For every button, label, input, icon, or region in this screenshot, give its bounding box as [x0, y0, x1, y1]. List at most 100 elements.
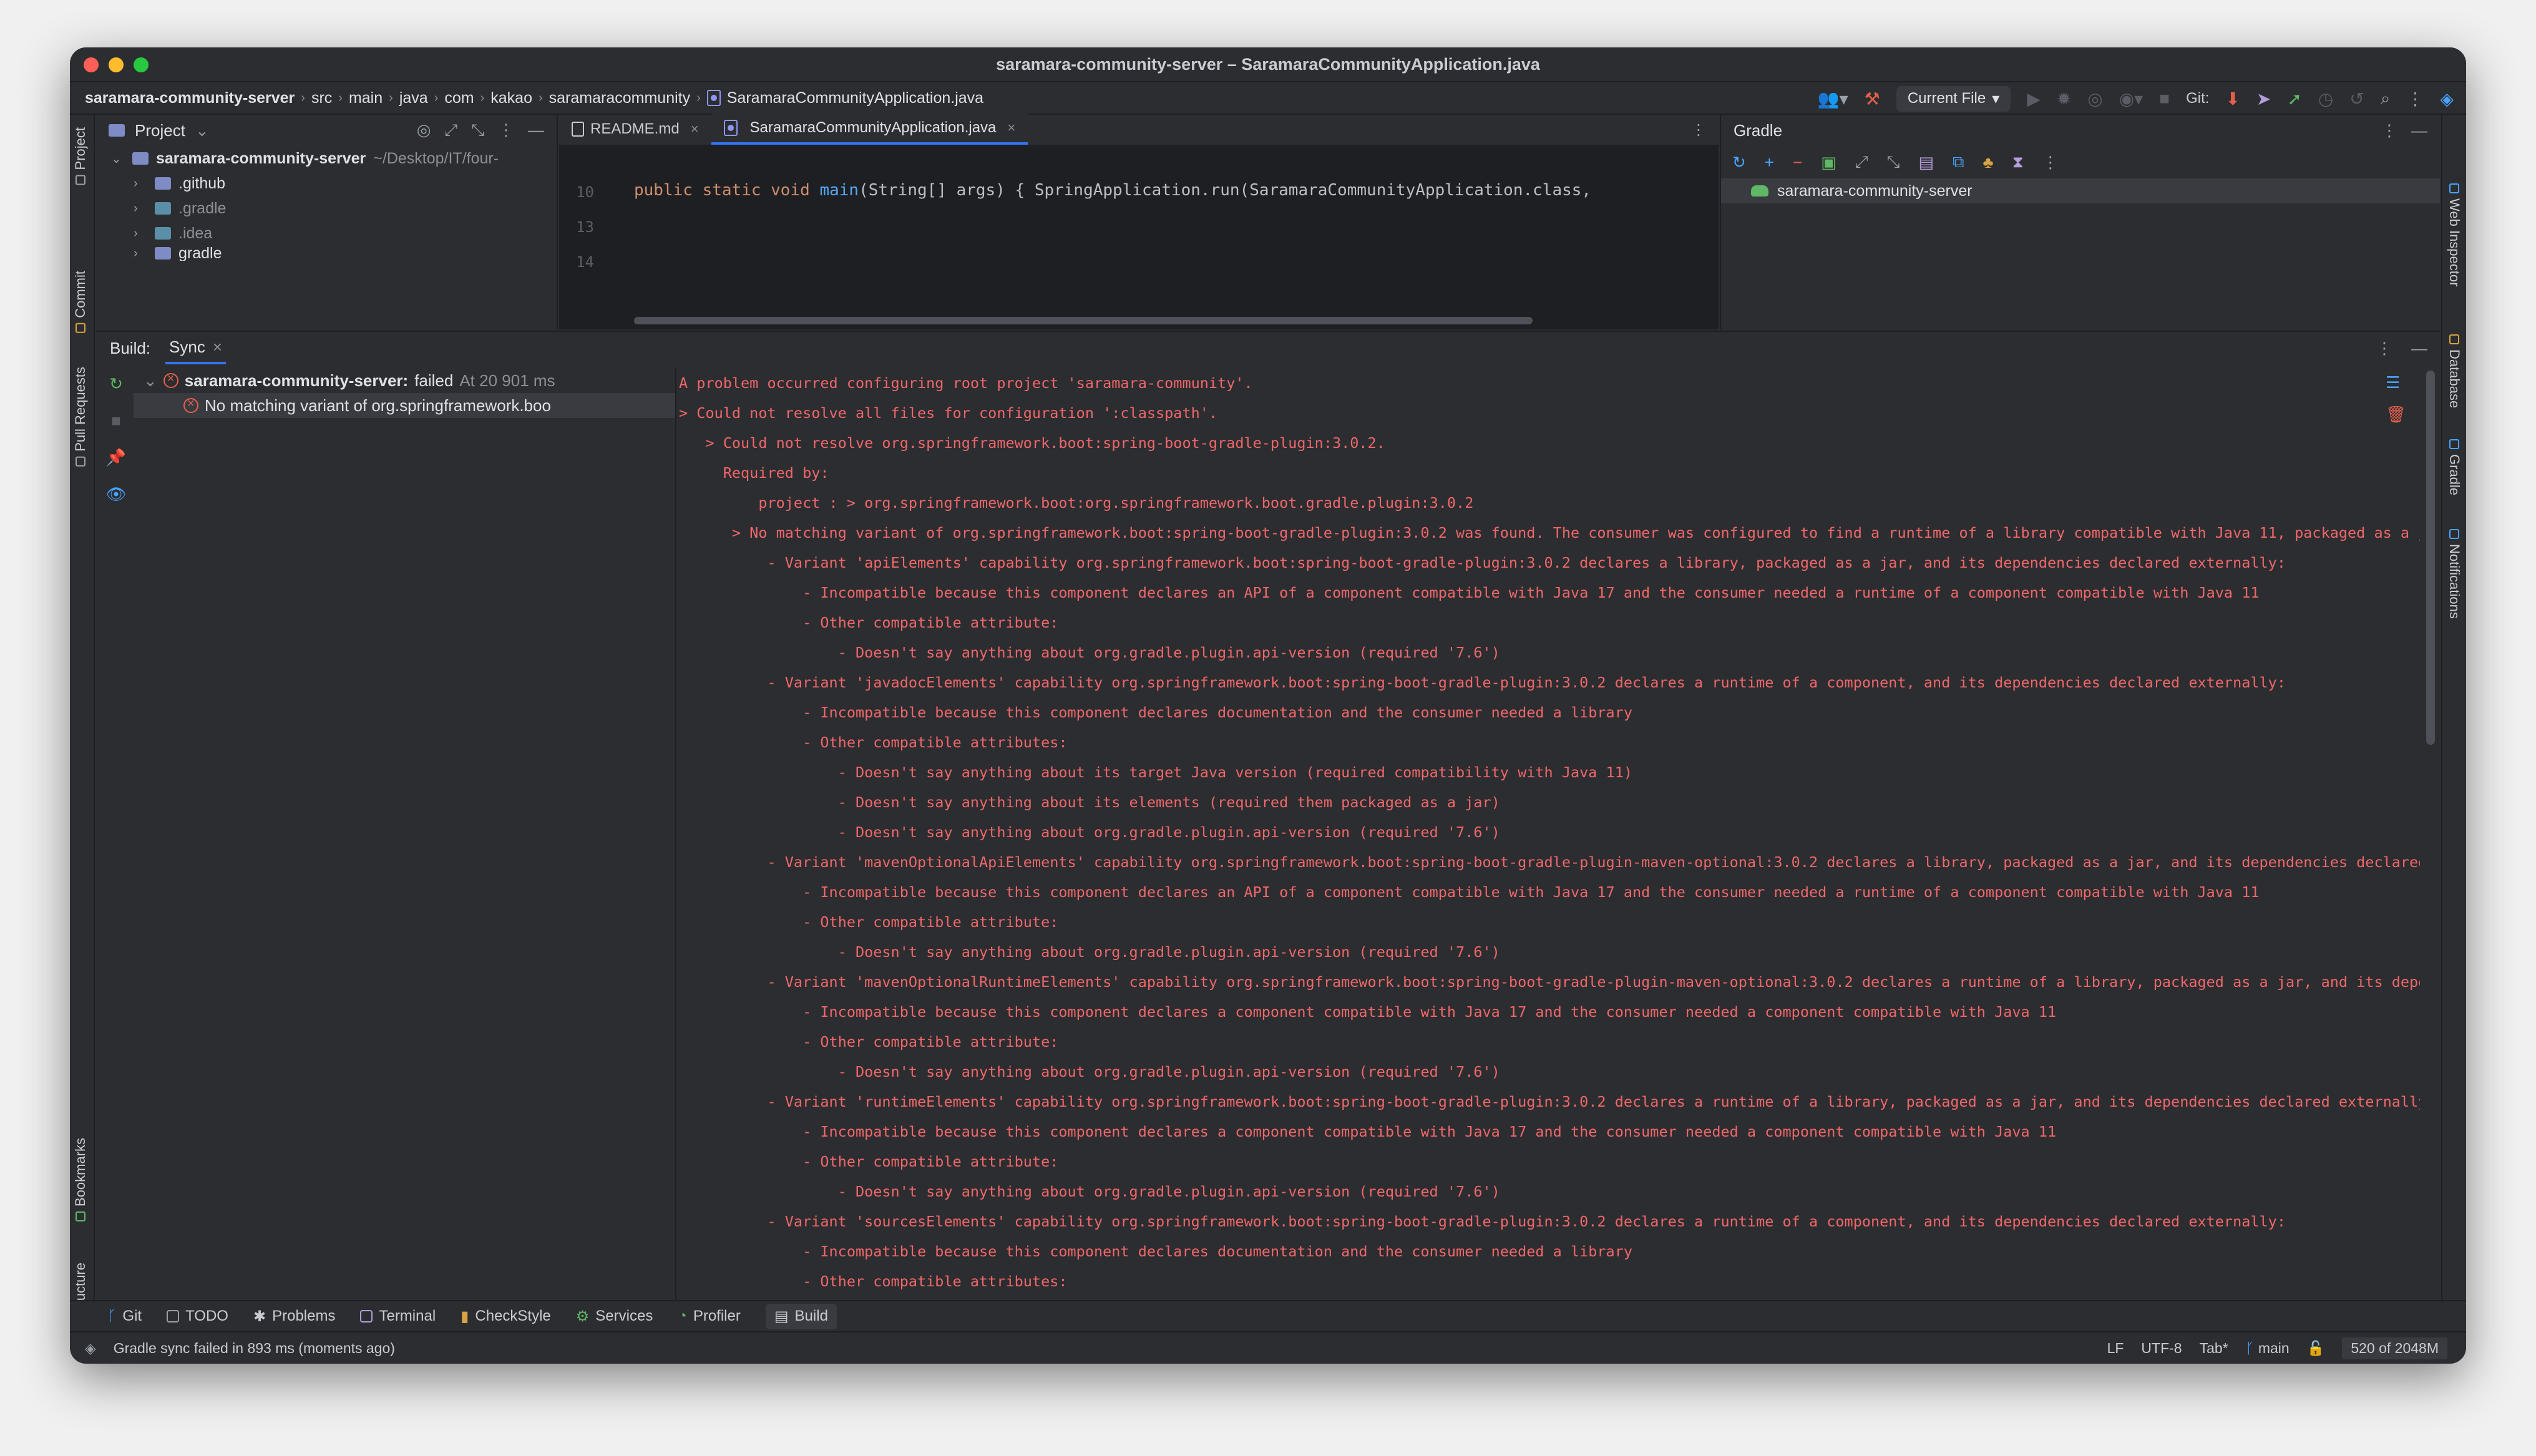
status-message[interactable]: Gradle sync failed in 893 ms (moments ag…: [114, 1340, 395, 1357]
pin-icon[interactable]: 📌: [106, 448, 126, 467]
project-tool-tab[interactable]: Project: [72, 127, 89, 185]
clear-output-icon[interactable]: 🗑: [2386, 405, 2406, 424]
terminal-tool-button[interactable]: Terminal: [360, 1308, 436, 1325]
folder-icon[interactable]: ▤: [1918, 153, 1934, 172]
chevron-down-icon[interactable]: ⌄: [195, 121, 209, 140]
line-separator-widget[interactable]: LF: [2107, 1340, 2124, 1357]
sync-icon[interactable]: ↻: [109, 374, 123, 394]
collapse-all-icon[interactable]: ⤡: [1887, 152, 1900, 172]
collapse-all-icon[interactable]: ⤡: [471, 120, 484, 140]
tab-readme[interactable]: README.md ×: [559, 114, 711, 145]
chevron-down-icon[interactable]: ⌄: [144, 371, 157, 391]
stop-icon[interactable]: ■: [111, 411, 121, 430]
more-options-icon[interactable]: ⋮: [2406, 89, 2424, 109]
close-tab-icon[interactable]: ×: [691, 121, 699, 137]
breadcrumb-kakao[interactable]: kakao: [490, 89, 532, 107]
pull-requests-tool-tab[interactable]: Pull Requests: [72, 367, 89, 467]
git-push-icon[interactable]: ➚: [2287, 89, 2301, 109]
project-view-selector[interactable]: Project: [135, 121, 185, 140]
bookmarks-tool-tab[interactable]: Bookmarks: [72, 1138, 89, 1222]
debug-icon[interactable]: ✹: [2057, 89, 2071, 109]
expand-all-icon[interactable]: ⤢: [1855, 152, 1868, 172]
breadcrumb-java[interactable]: java: [399, 89, 428, 107]
profiler-tool-button[interactable]: ◔ Profiler: [678, 1308, 741, 1325]
build-tool-button[interactable]: ▤ Build: [765, 1303, 837, 1329]
remove-icon[interactable]: −: [1793, 153, 1802, 172]
breadcrumb-main[interactable]: main: [349, 89, 383, 107]
commit-tool-tab[interactable]: Commit: [72, 271, 89, 333]
hide-panel-icon[interactable]: —: [2411, 339, 2427, 358]
code-editor[interactable]: 10 13 14 public static void main(String[…: [559, 146, 1719, 329]
console-vertical-scrollbar[interactable]: [2426, 371, 2435, 745]
chevron-right-icon[interactable]: ›: [134, 246, 147, 261]
lock-icon[interactable]: 🔓: [2307, 1340, 2325, 1357]
build-console-output[interactable]: A problem occurred configuring root proj…: [679, 368, 2420, 1316]
chevron-down-icon[interactable]: ⌄: [111, 151, 125, 167]
git-update-icon[interactable]: ⬇: [2225, 89, 2240, 109]
editor-tabs-options-icon[interactable]: ⋮: [1691, 121, 1706, 139]
git-branch-widget[interactable]: ᚴ main: [2246, 1340, 2290, 1357]
breadcrumb-project[interactable]: saramara-community-server: [85, 89, 295, 107]
breadcrumb-file[interactable]: SaramaraCommunityApplication.java: [727, 89, 983, 107]
services-tool-button[interactable]: ⚙ Services: [576, 1308, 653, 1326]
options-icon[interactable]: ⋮: [498, 120, 514, 140]
editor-horizontal-scrollbar[interactable]: [634, 317, 1533, 324]
tree-root[interactable]: ⌄ saramara-community-server ~/Desktop/IT…: [111, 146, 557, 171]
options-icon[interactable]: ⋮: [2381, 121, 2397, 140]
git-history-icon[interactable]: ◷: [2318, 89, 2333, 109]
eye-icon[interactable]: 👁: [105, 485, 126, 504]
gradle-project-node[interactable]: saramara-community-server: [1721, 178, 2440, 203]
coverage-icon[interactable]: ◎: [2087, 89, 2102, 109]
offline-mode-icon[interactable]: ⧗: [2012, 152, 2024, 172]
options-icon[interactable]: ⋮: [2376, 339, 2392, 358]
code-with-me-icon[interactable]: ◈: [2440, 89, 2454, 109]
breadcrumb-src[interactable]: src: [311, 89, 332, 107]
breadcrumb-com[interactable]: com: [444, 89, 474, 107]
gradle-tool-tab[interactable]: Gradle: [2446, 439, 2462, 495]
more-options-icon[interactable]: ⋮: [2042, 153, 2059, 172]
build-tree-item[interactable]: No matching variant of org.springframewo…: [134, 393, 675, 418]
profile-icon[interactable]: ◉▾: [2119, 89, 2143, 109]
expand-all-icon[interactable]: ⤢: [444, 120, 457, 140]
close-tab-icon[interactable]: ×: [1007, 120, 1015, 136]
locate-file-icon[interactable]: ◎: [417, 120, 431, 140]
chevron-right-icon[interactable]: ›: [134, 177, 147, 191]
add-icon[interactable]: +: [1765, 153, 1774, 172]
layers-icon[interactable]: ◈: [85, 1340, 96, 1357]
todo-tool-button[interactable]: TODO: [167, 1308, 228, 1325]
breadcrumb-saramaracommunity[interactable]: saramaracommunity: [549, 89, 690, 107]
close-tab-icon[interactable]: ×: [213, 337, 222, 357]
dependency-tree-icon[interactable]: ♣: [1983, 153, 1994, 172]
hide-panel-icon[interactable]: —: [2411, 121, 2427, 140]
tree-item[interactable]: › .gradle: [111, 196, 557, 221]
database-tool-tab[interactable]: Database: [2446, 334, 2462, 408]
tree-item[interactable]: › .idea: [111, 221, 557, 246]
problems-tool-button[interactable]: ✱ Problems: [253, 1308, 335, 1326]
tree-item[interactable]: › gradle: [111, 246, 557, 261]
run-configuration-selector[interactable]: Current File ▾: [1896, 85, 2011, 112]
tab-saramara-application[interactable]: SaramaraCommunityApplication.java ×: [711, 114, 1028, 145]
build-tree-root[interactable]: ⌄ saramara-community-server: failed At 2…: [134, 368, 675, 393]
zoom-window-button[interactable]: [134, 57, 149, 72]
chevron-right-icon[interactable]: ›: [134, 226, 147, 241]
stop-icon[interactable]: ■: [2159, 89, 2170, 109]
close-window-button[interactable]: [84, 57, 99, 72]
indent-widget[interactable]: Tab*: [2200, 1340, 2228, 1357]
search-icon[interactable]: ⌕: [2381, 89, 2391, 109]
notifications-tool-tab[interactable]: Notifications: [2446, 529, 2462, 619]
minimize-window-button[interactable]: [109, 57, 124, 72]
git-rollback-icon[interactable]: ↺: [2349, 89, 2364, 109]
run-icon[interactable]: ▶: [2027, 89, 2041, 109]
web-inspector-tool-tab[interactable]: Web Inspector: [2446, 183, 2462, 286]
tab-sync[interactable]: Sync ×: [165, 332, 227, 364]
git-tool-button[interactable]: ᚴ Git: [107, 1308, 142, 1325]
encoding-widget[interactable]: UTF-8: [2141, 1340, 2182, 1357]
reload-icon[interactable]: ↻: [1732, 153, 1746, 172]
execute-task-icon[interactable]: ▣: [1821, 153, 1836, 172]
tree-item[interactable]: › .github: [111, 171, 557, 196]
checkstyle-tool-button[interactable]: ▮ CheckStyle: [461, 1308, 551, 1326]
chevron-right-icon[interactable]: ›: [134, 201, 147, 216]
hide-panel-icon[interactable]: —: [528, 120, 544, 140]
git-commit-icon[interactable]: ➤: [2256, 89, 2271, 109]
soft-wrap-icon[interactable]: ☰: [2386, 373, 2406, 392]
